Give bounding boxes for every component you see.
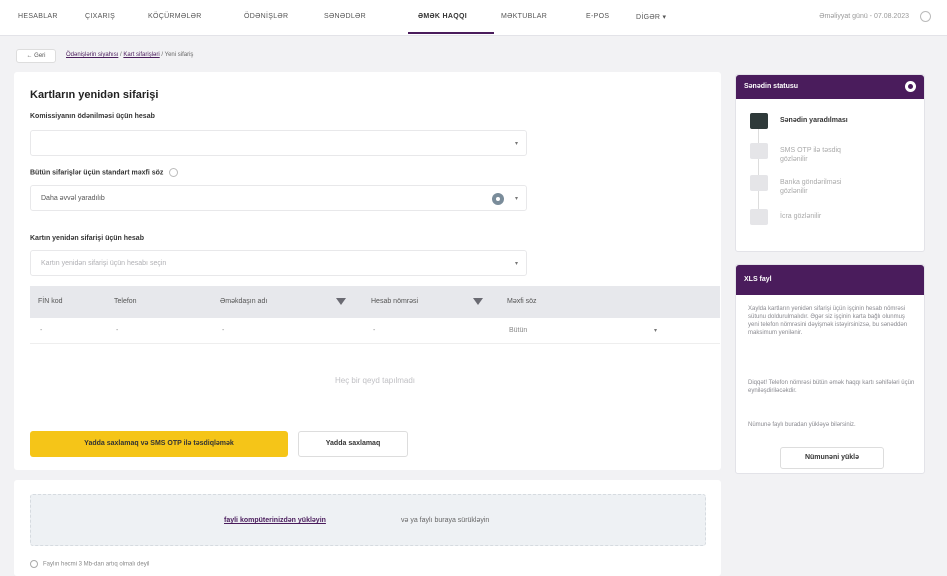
nav-item-documents[interactable]: SƏNƏDLƏR (324, 13, 366, 20)
chevron-down-icon: ▾ (514, 261, 518, 267)
breadcrumb-payments-list[interactable]: Ödənişlərin siyahısı (66, 52, 118, 58)
nav-item-epos[interactable]: E-POS (586, 13, 609, 20)
filter-icon[interactable] (336, 298, 346, 305)
nav-item-letters[interactable]: MƏKTUBLAR (501, 13, 547, 20)
file-upload-card: fayli kompüterinizdən yükləyin və ya fay… (14, 480, 721, 576)
save-and-confirm-sms-button[interactable]: Yadda saxlamaq və SMS OTP ilə təsdiqləmə… (30, 431, 288, 457)
empty-table-message: Heç bir qeyd tapılmadı (334, 376, 416, 385)
filter-fin-code[interactable]: - (40, 327, 42, 334)
employees-table: FİN kod Telefon Əməkdaşın adı Hesab nömr… (30, 286, 720, 385)
breadcrumb-current: Yeni sifariş (164, 52, 194, 58)
column-fin-code: FİN kod (38, 298, 63, 305)
active-tab-indicator (408, 32, 494, 34)
chevron-down-icon[interactable]: ▾ (654, 327, 657, 334)
breadcrumb-card-orders[interactable]: Kart sifarişləri (123, 52, 159, 58)
xls-instructions: Xaylda kartların yenidən sifarişi üçün i… (748, 306, 908, 336)
step-done-icon (750, 113, 768, 129)
file-dropzone[interactable]: fayli kompüterinizdən yükləyin və ya fay… (30, 494, 706, 546)
page-title: Kartların yenidən sifarişi (30, 89, 159, 101)
codeword-label-text: Bütün sifarişlər üçün standart məxfi söz (30, 169, 164, 177)
commission-account-select[interactable]: ▾ (30, 130, 527, 156)
nav-item-salary[interactable]: ƏMƏK HAQQI (418, 13, 467, 20)
xls-panel-header: XLS fayl (736, 265, 924, 295)
codeword-value: Daha əvvəl yaradılıb (41, 195, 105, 202)
chevron-down-icon: ▾ (514, 196, 518, 202)
breadcrumb: Ödənişlərin siyahısı / Kart sifarişləri … (66, 52, 193, 58)
drag-drop-hint: və ya faylı buraya sürükləyin (401, 517, 490, 524)
nav-item-payments[interactable]: ÖDƏNİŞLƏR (244, 13, 288, 20)
xls-sample-hint: Nümunə faylı buradan yükləyə bilərsiniz. (748, 422, 856, 428)
status-panel-title: Sənədin statusu (744, 83, 799, 90)
upload-from-computer-link[interactable]: fayli kompüterinizdən yükləyin (224, 517, 326, 524)
status-step-label: İcra gözlənilir (780, 213, 822, 220)
reorder-account-label: Kartın yenidən sifarişi üçün hesab (30, 235, 144, 242)
column-codeword: Məxfi söz (507, 298, 537, 305)
step-pending-icon (750, 175, 768, 191)
top-navigation: HESABLAR ÇIXARIŞ KÖÇÜRMƏLƏR ÖDƏNİŞLƏR SƏ… (0, 0, 947, 36)
nav-item-other[interactable]: DİGƏR ▾ (636, 13, 666, 21)
reorder-account-placeholder: Kartın yenidən sifarişi üçün hesabı seçi… (41, 260, 167, 267)
status-panel-header: Sənədin statusu (736, 75, 924, 99)
settings-icon[interactable] (905, 81, 916, 92)
file-size-note: Faylın həcmi 3 Mb-dan artıq olmalı deyil (30, 560, 149, 568)
save-button[interactable]: Yadda saxlamaq (298, 431, 408, 457)
back-button[interactable]: ← Geri (16, 49, 56, 63)
filter-account-number[interactable]: - (373, 327, 375, 334)
file-size-note-text: Faylın həcmi 3 Mb-dan artıq olmalı deyil (43, 561, 150, 568)
column-phone: Telefon (114, 298, 137, 305)
filter-codeword[interactable]: Bütün (509, 327, 527, 334)
xls-panel-title: XLS fayl (744, 276, 772, 283)
operation-date: Əməliyyat günü - 07.08.2023 (819, 13, 909, 20)
nav-item-statement[interactable]: ÇIXARIŞ (85, 13, 115, 20)
table-filter-row: - - - - Bütün ▾ (30, 318, 720, 344)
commission-account-label: Komissiyanın ödənilməsi üçün hesab (30, 113, 155, 120)
xls-file-panel: XLS fayl Xaylda kartların yenidən sifari… (735, 264, 925, 474)
eye-icon[interactable] (492, 193, 504, 205)
help-icon[interactable] (920, 11, 931, 22)
nav-item-transfers[interactable]: KÖÇÜRMƏLƏR (148, 13, 202, 20)
info-icon (30, 560, 38, 568)
nav-item-accounts[interactable]: HESABLAR (18, 13, 58, 20)
filter-phone[interactable]: - (116, 327, 118, 334)
step-pending-icon (750, 143, 768, 159)
codeword-label: Bütün sifarişlər üçün standart məxfi söz (30, 168, 179, 177)
column-employee-name: Əməkdaşın adı (220, 298, 268, 305)
filter-employee-name[interactable]: - (222, 327, 224, 334)
codeword-select[interactable]: Daha əvvəl yaradılıb ▾ (30, 185, 527, 211)
filter-icon[interactable] (473, 298, 483, 305)
step-pending-icon (750, 209, 768, 225)
status-step-label: Banka göndərilməsi gözlənilir (780, 179, 842, 195)
xls-warning: Diqqət! Telefon nömrəsi bütün əmək haqqı… (748, 380, 915, 394)
info-icon[interactable] (169, 168, 179, 177)
reorder-account-select[interactable]: Kartın yenidən sifarişi üçün hesabı seçi… (30, 250, 527, 276)
status-step-label: Sənədin yaradılması (780, 117, 848, 124)
status-step-label: SMS OTP ilə təsdiq gözlənilir (780, 147, 841, 163)
table-header: FİN kod Telefon Əməkdaşın adı Hesab nömr… (30, 286, 720, 318)
document-status-panel: Sənədin statusu Sənədin yaradılması SMS … (735, 74, 925, 252)
download-sample-button[interactable]: Nümunəni yüklə (780, 447, 884, 469)
chevron-down-icon: ▾ (514, 141, 518, 147)
reorder-form-card: Kartların yenidən sifarişi Komissiyanın … (14, 72, 721, 470)
column-account-number: Hesab nömrəsi (371, 298, 419, 305)
